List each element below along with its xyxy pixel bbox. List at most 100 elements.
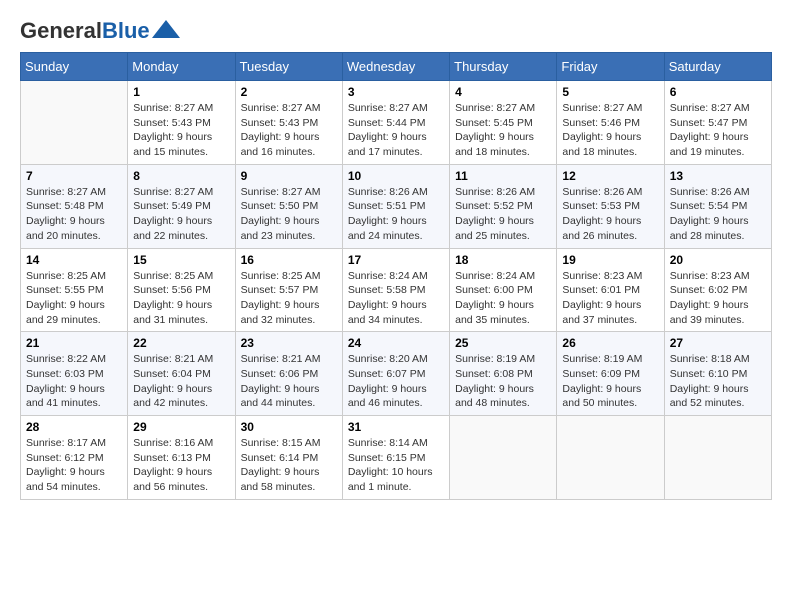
day-number: 31 — [348, 420, 444, 434]
day-info: Sunrise: 8:14 AMSunset: 6:15 PMDaylight:… — [348, 436, 444, 495]
day-header-sunday: Sunday — [21, 53, 128, 81]
day-header-wednesday: Wednesday — [342, 53, 449, 81]
day-info: Sunrise: 8:24 AMSunset: 6:00 PMDaylight:… — [455, 269, 551, 328]
day-number: 17 — [348, 253, 444, 267]
calendar-week-3: 14 Sunrise: 8:25 AMSunset: 5:55 PMDayligh… — [21, 248, 772, 332]
day-number: 15 — [133, 253, 229, 267]
day-number: 1 — [133, 85, 229, 99]
day-info: Sunrise: 8:27 AMSunset: 5:43 PMDaylight:… — [241, 101, 337, 160]
day-number: 23 — [241, 336, 337, 350]
calendar-cell: 18Sunrise: 8:24 AMSunset: 6:00 PMDayligh… — [450, 248, 557, 332]
day-number: 28 — [26, 420, 122, 434]
calendar-cell: 17 Sunrise: 8:24 AMSunset: 5:58 PMDayligh… — [342, 248, 449, 332]
calendar-cell: 1 Sunrise: 8:27 AMSunset: 5:43 PMDaylight… — [128, 81, 235, 165]
day-number: 13 — [670, 169, 766, 183]
day-number: 12 — [562, 169, 658, 183]
day-number: 27 — [670, 336, 766, 350]
day-info: Sunrise: 8:27 AMSunset: 5:46 PMDaylight:… — [562, 101, 658, 160]
calendar-cell: 20Sunrise: 8:23 AMSunset: 6:02 PMDayligh… — [664, 248, 771, 332]
day-number: 8 — [133, 169, 229, 183]
day-header-friday: Friday — [557, 53, 664, 81]
calendar-cell: 27 Sunrise: 8:18 AMSunset: 6:10 PMDayligh… — [664, 332, 771, 416]
calendar-cell — [450, 416, 557, 500]
day-info: Sunrise: 8:21 AMSunset: 6:06 PMDaylight:… — [241, 352, 337, 411]
calendar-cell: 24 Sunrise: 8:20 AMSunset: 6:07 PMDayligh… — [342, 332, 449, 416]
day-header-saturday: Saturday — [664, 53, 771, 81]
day-number: 2 — [241, 85, 337, 99]
day-info: Sunrise: 8:24 AMSunset: 5:58 PMDaylight:… — [348, 269, 444, 328]
logo-arrow-icon — [152, 20, 180, 38]
calendar-body: 1 Sunrise: 8:27 AMSunset: 5:43 PMDaylight… — [21, 81, 772, 500]
calendar-week-1: 1 Sunrise: 8:27 AMSunset: 5:43 PMDaylight… — [21, 81, 772, 165]
day-number: 24 — [348, 336, 444, 350]
day-info: Sunrise: 8:19 AMSunset: 6:09 PMDaylight:… — [562, 352, 658, 411]
calendar-week-2: 7 Sunrise: 8:27 AMSunset: 5:48 PMDaylight… — [21, 164, 772, 248]
calendar-week-5: 28Sunrise: 8:17 AMSunset: 6:12 PMDayligh… — [21, 416, 772, 500]
day-number: 25 — [455, 336, 551, 350]
day-number: 4 — [455, 85, 551, 99]
day-number: 29 — [133, 420, 229, 434]
calendar-cell: 4Sunrise: 8:27 AMSunset: 5:45 PMDaylight… — [450, 81, 557, 165]
calendar-cell: 10 Sunrise: 8:26 AMSunset: 5:51 PMDayligh… — [342, 164, 449, 248]
logo: GeneralBlue — [20, 20, 180, 42]
calendar-cell: 16 Sunrise: 8:25 AMSunset: 5:57 PMDayligh… — [235, 248, 342, 332]
logo-text: GeneralBlue — [20, 20, 150, 42]
day-info: Sunrise: 8:27 AMSunset: 5:48 PMDaylight:… — [26, 185, 122, 244]
day-number: 5 — [562, 85, 658, 99]
calendar-cell: 28Sunrise: 8:17 AMSunset: 6:12 PMDayligh… — [21, 416, 128, 500]
day-number: 6 — [670, 85, 766, 99]
day-info: Sunrise: 8:26 AMSunset: 5:54 PMDaylight:… — [670, 185, 766, 244]
day-info: Sunrise: 8:26 AMSunset: 5:51 PMDaylight:… — [348, 185, 444, 244]
day-info: Sunrise: 8:27 AMSunset: 5:43 PMDaylight:… — [133, 101, 229, 160]
calendar-cell: 11 Sunrise: 8:26 AMSunset: 5:52 PMDayligh… — [450, 164, 557, 248]
calendar-cell — [557, 416, 664, 500]
day-number: 7 — [26, 169, 122, 183]
day-number: 14 — [26, 253, 122, 267]
day-info: Sunrise: 8:26 AMSunset: 5:52 PMDaylight:… — [455, 185, 551, 244]
day-info: Sunrise: 8:27 AMSunset: 5:50 PMDaylight:… — [241, 185, 337, 244]
day-header-tuesday: Tuesday — [235, 53, 342, 81]
day-info: Sunrise: 8:25 AMSunset: 5:57 PMDaylight:… — [241, 269, 337, 328]
day-number: 19 — [562, 253, 658, 267]
day-info: Sunrise: 8:15 AMSunset: 6:14 PMDaylight:… — [241, 436, 337, 495]
day-number: 22 — [133, 336, 229, 350]
day-info: Sunrise: 8:27 AMSunset: 5:49 PMDaylight:… — [133, 185, 229, 244]
day-info: Sunrise: 8:25 AMSunset: 5:55 PMDaylight:… — [26, 269, 122, 328]
day-info: Sunrise: 8:27 AMSunset: 5:44 PMDaylight:… — [348, 101, 444, 160]
day-info: Sunrise: 8:27 AMSunset: 5:47 PMDaylight:… — [670, 101, 766, 160]
day-number: 21 — [26, 336, 122, 350]
calendar-cell: 7 Sunrise: 8:27 AMSunset: 5:48 PMDaylight… — [21, 164, 128, 248]
day-number: 9 — [241, 169, 337, 183]
day-info: Sunrise: 8:18 AMSunset: 6:10 PMDaylight:… — [670, 352, 766, 411]
calendar-cell: 26Sunrise: 8:19 AMSunset: 6:09 PMDayligh… — [557, 332, 664, 416]
calendar-cell: 9 Sunrise: 8:27 AMSunset: 5:50 PMDaylight… — [235, 164, 342, 248]
calendar-cell: 15Sunrise: 8:25 AMSunset: 5:56 PMDayligh… — [128, 248, 235, 332]
calendar-cell: 29 Sunrise: 8:16 AMSunset: 6:13 PMDayligh… — [128, 416, 235, 500]
calendar-cell: 25 Sunrise: 8:19 AMSunset: 6:08 PMDayligh… — [450, 332, 557, 416]
calendar-cell: 14 Sunrise: 8:25 AMSunset: 5:55 PMDayligh… — [21, 248, 128, 332]
day-info: Sunrise: 8:16 AMSunset: 6:13 PMDaylight:… — [133, 436, 229, 495]
day-info: Sunrise: 8:26 AMSunset: 5:53 PMDaylight:… — [562, 185, 658, 244]
day-info: Sunrise: 8:21 AMSunset: 6:04 PMDaylight:… — [133, 352, 229, 411]
day-number: 16 — [241, 253, 337, 267]
day-number: 10 — [348, 169, 444, 183]
day-number: 11 — [455, 169, 551, 183]
calendar-cell: 22 Sunrise: 8:21 AMSunset: 6:04 PMDayligh… — [128, 332, 235, 416]
calendar-cell — [21, 81, 128, 165]
day-number: 20 — [670, 253, 766, 267]
calendar-cell: 21 Sunrise: 8:22 AMSunset: 6:03 PMDayligh… — [21, 332, 128, 416]
day-info: Sunrise: 8:19 AMSunset: 6:08 PMDaylight:… — [455, 352, 551, 411]
calendar-cell: 12 Sunrise: 8:26 AMSunset: 5:53 PMDayligh… — [557, 164, 664, 248]
calendar-cell: 13 Sunrise: 8:26 AMSunset: 5:54 PMDayligh… — [664, 164, 771, 248]
day-header-monday: Monday — [128, 53, 235, 81]
day-info: Sunrise: 8:20 AMSunset: 6:07 PMDaylight:… — [348, 352, 444, 411]
day-header-thursday: Thursday — [450, 53, 557, 81]
calendar-header-row: SundayMondayTuesdayWednesdayThursdayFrid… — [21, 53, 772, 81]
calendar-cell: 30 Sunrise: 8:15 AMSunset: 6:14 PMDayligh… — [235, 416, 342, 500]
calendar-cell: 8 Sunrise: 8:27 AMSunset: 5:49 PMDaylight… — [128, 164, 235, 248]
day-info: Sunrise: 8:22 AMSunset: 6:03 PMDaylight:… — [26, 352, 122, 411]
calendar-cell: 5 Sunrise: 8:27 AMSunset: 5:46 PMDaylight… — [557, 81, 664, 165]
day-info: Sunrise: 8:23 AMSunset: 6:01 PMDaylight:… — [562, 269, 658, 328]
page-header: GeneralBlue — [20, 20, 772, 42]
day-number: 30 — [241, 420, 337, 434]
